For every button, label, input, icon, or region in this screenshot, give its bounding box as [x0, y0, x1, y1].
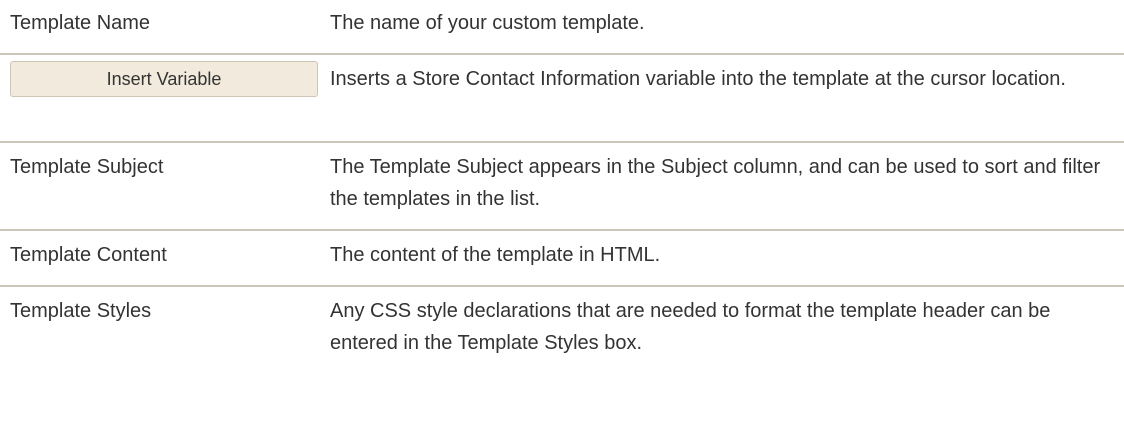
field-reference-table: Template Name The name of your custom te…: [0, 0, 1124, 373]
field-description: The Template Subject appears in the Subj…: [330, 142, 1124, 231]
field-description: Any CSS style declarations that are need…: [330, 300, 1051, 354]
field-description: Inserts a Store Contact Information vari…: [330, 54, 1124, 143]
table-row: Template Subject The Template Subject ap…: [0, 142, 1124, 231]
table-row: Template Name The name of your custom te…: [0, 0, 1124, 55]
field-description: The name of your custom template.: [330, 0, 1124, 55]
table-row: Insert Variable Inserts a Store Contact …: [0, 54, 1124, 143]
insert-variable-button[interactable]: Insert Variable: [10, 61, 318, 97]
field-name: Template Styles: [10, 300, 152, 322]
field-name: Template Subject: [0, 142, 330, 231]
field-name-cell: Insert Variable: [0, 54, 330, 143]
field-description: The content of the template in HTML.: [330, 230, 1124, 287]
table-row: Template Styles Any CSS style declaratio…: [0, 286, 1124, 373]
table-row: Template Content The content of the temp…: [0, 230, 1124, 287]
field-name: Template Content: [0, 230, 330, 287]
field-name: Template Name: [0, 0, 330, 55]
